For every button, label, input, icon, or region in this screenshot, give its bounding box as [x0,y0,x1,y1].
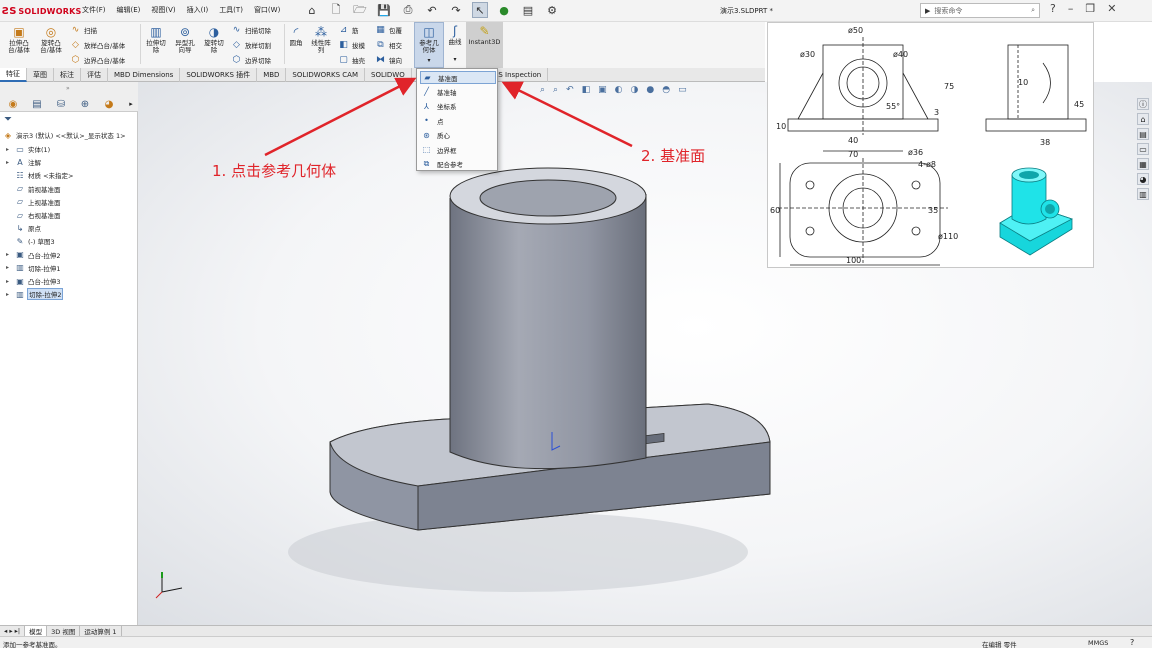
annotation-arrow-1 [264,77,417,157]
annotation-arrows-svg [264,77,633,157]
annotation-arrow-2 [501,81,633,148]
annotation-step1: 1. 点击参考几何体 [212,162,337,180]
annotation-step2: 2. 基准面 [641,147,706,165]
